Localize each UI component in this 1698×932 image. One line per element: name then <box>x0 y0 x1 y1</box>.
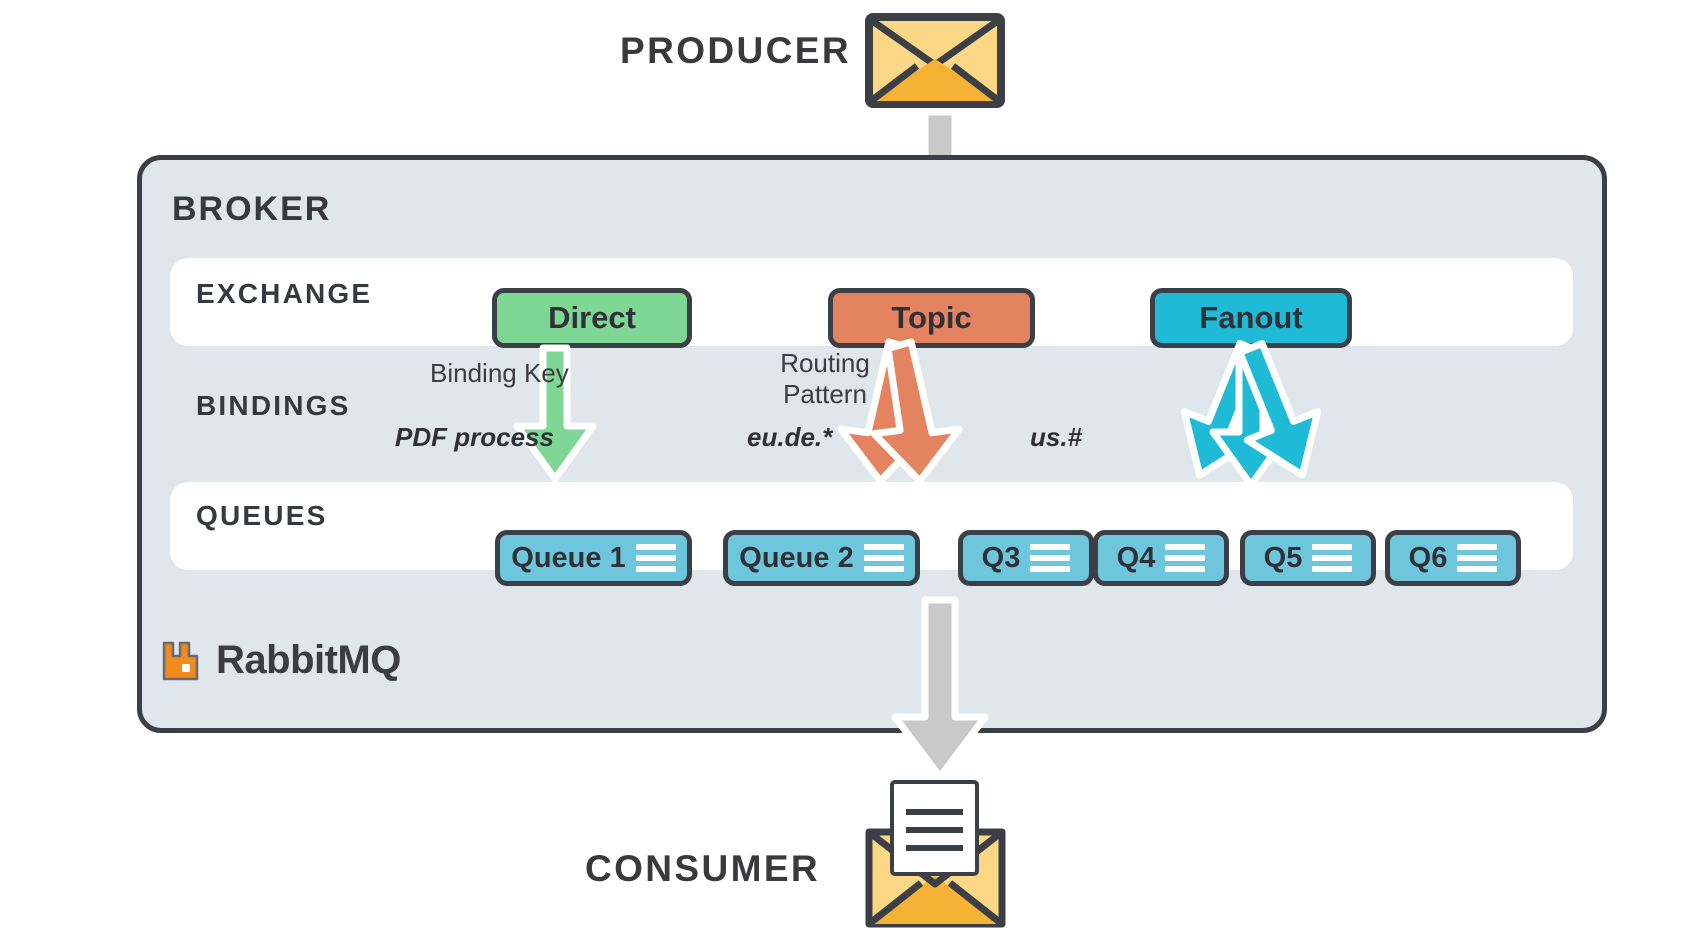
closed-envelope-icon <box>865 13 1005 108</box>
binding-key-topic-right: us.# <box>1030 422 1083 452</box>
queue-lines-icon <box>635 544 676 572</box>
exchange-topic[interactable]: Topic <box>828 288 1035 348</box>
binding-key-direct: PDF process <box>395 422 554 452</box>
queue-lines-icon <box>1165 544 1206 572</box>
fanout-binding-arrows-icon <box>1035 340 1425 493</box>
broker-to-consumer-arrow-icon <box>885 596 995 785</box>
exchange-fanout[interactable]: Fanout <box>1150 288 1352 348</box>
queue-lines-icon <box>863 544 904 572</box>
producer-label: PRODUCER <box>620 30 851 71</box>
binding-note-direct: Binding Key <box>430 358 569 388</box>
queue-3[interactable]: Q3 <box>958 530 1094 586</box>
queue-lines-icon <box>1312 544 1353 572</box>
diagram-canvas: PRODUCER BROKER EXCHANGE BINDINGS QUEUES… <box>0 0 1698 932</box>
binding-key-topic-left: eu.de.* <box>747 422 833 452</box>
section-label-bindings: BINDINGS <box>196 390 351 421</box>
broker-title: BROKER <box>172 190 332 228</box>
queue-5-label: Q5 <box>1263 541 1303 574</box>
rabbitmq-brand: RabbitMQ <box>160 638 401 683</box>
consumer-label: CONSUMER <box>585 848 821 889</box>
queue-1[interactable]: Queue 1 <box>495 530 692 586</box>
rabbitmq-logo-icon <box>160 639 202 683</box>
queue-6[interactable]: Q6 <box>1385 530 1521 586</box>
queue-4-label: Q4 <box>1116 541 1156 574</box>
binding-note-topic-line1: Routing <box>780 348 870 378</box>
queue-4[interactable]: Q4 <box>1093 530 1229 586</box>
section-label-exchange: EXCHANGE <box>196 278 373 309</box>
rabbitmq-wordmark: RabbitMQ <box>216 638 401 682</box>
queue-2[interactable]: Queue 2 <box>723 530 920 586</box>
queue-lines-icon <box>1457 544 1498 572</box>
exchange-direct[interactable]: Direct <box>492 288 692 348</box>
queue-6-label: Q6 <box>1408 541 1448 574</box>
open-envelope-with-letter-icon <box>863 780 1008 930</box>
section-label-queues: QUEUES <box>196 500 328 531</box>
queue-1-label: Queue 1 <box>511 541 626 574</box>
queue-3-label: Q3 <box>981 541 1021 574</box>
binding-note-topic-line2: Pattern <box>783 379 867 409</box>
queue-5[interactable]: Q5 <box>1240 530 1376 586</box>
queue-2-label: Queue 2 <box>739 541 854 574</box>
queue-lines-icon <box>1030 544 1071 572</box>
